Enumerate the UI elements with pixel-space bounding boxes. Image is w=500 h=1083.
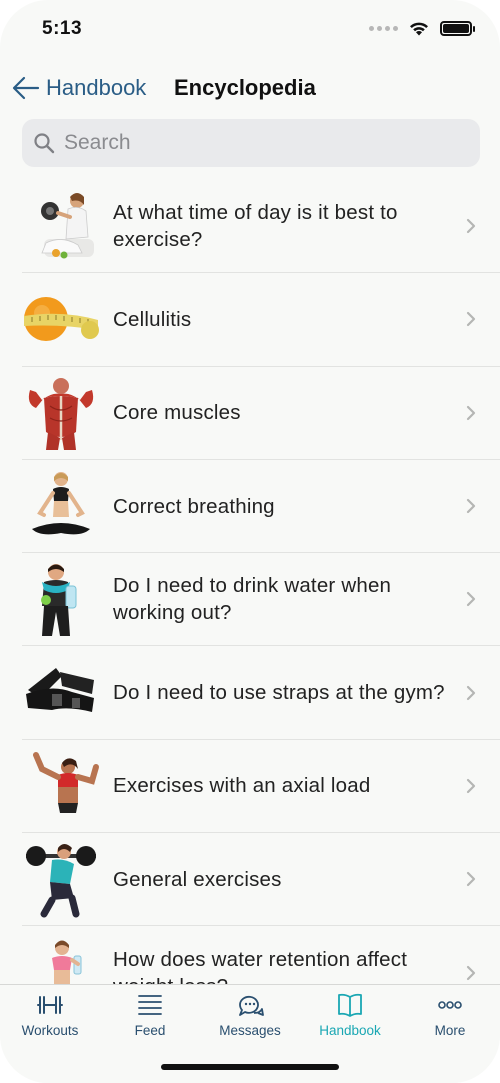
- list-item-label: Cellulitis: [113, 307, 192, 331]
- tab-more[interactable]: More: [400, 991, 500, 1043]
- tab-feed[interactable]: Feed: [100, 991, 200, 1043]
- woman-flexing-image: [33, 751, 99, 813]
- chevron-right-icon: [466, 872, 476, 887]
- chevron-right-icon: [466, 965, 476, 980]
- chevron-right-icon: [466, 592, 476, 607]
- tab-label: Messages: [219, 1023, 281, 1038]
- list-item[interactable]: Cellulitis: [22, 273, 500, 367]
- list-item-label: How does water retention affect weight l…: [113, 947, 408, 984]
- list-item-label: Core muscles: [113, 401, 241, 425]
- status-icons: [369, 20, 475, 36]
- list-item-label: Exercises with an axial load: [113, 774, 371, 798]
- list-item[interactable]: How does water retention affect weight l…: [22, 926, 500, 984]
- page-title: Encyclopedia: [174, 75, 316, 100]
- tab-handbook[interactable]: Handbook: [300, 991, 400, 1043]
- tab-label: More: [434, 1023, 466, 1038]
- chat-bubbles-icon: [239, 995, 264, 1016]
- feed-lines-icon: [138, 995, 162, 1015]
- status-bar: 5:13: [0, 0, 500, 60]
- woman-with-dumbbell-image: [41, 193, 94, 259]
- tab-label: Feed: [134, 1023, 166, 1038]
- chevron-right-icon: [466, 778, 476, 794]
- open-book-icon: [338, 993, 362, 1017]
- tab-workouts[interactable]: Workouts: [0, 991, 100, 1043]
- navigation-bar: Handbook Encyclopedia: [0, 66, 500, 110]
- list-item[interactable]: At what time of day is it best to exerci…: [22, 180, 500, 274]
- list-item-label: Do I need to drink water when working ou…: [113, 574, 392, 625]
- list-item[interactable]: Core muscles: [22, 367, 500, 460]
- more-dots-icon: [438, 1001, 462, 1009]
- cellular-signal-icon: [369, 25, 398, 31]
- dumbbell-icon: [37, 996, 63, 1014]
- chevron-right-icon: [466, 498, 476, 514]
- tab-label: Handbook: [319, 1023, 381, 1038]
- back-button[interactable]: Handbook: [10, 72, 146, 104]
- back-muscles-anatomy-image: [28, 377, 94, 450]
- arrow-left-icon: [12, 76, 40, 100]
- list-item[interactable]: General exercises: [22, 833, 500, 927]
- list-item[interactable]: Exercises with an axial load: [22, 740, 500, 834]
- list-item-label: General exercises: [113, 867, 282, 891]
- tab-label: Workouts: [21, 1023, 79, 1038]
- chevron-right-icon: [466, 685, 476, 700]
- tab-messages[interactable]: Messages: [200, 991, 300, 1043]
- search-input[interactable]: [64, 131, 444, 155]
- woman-with-water-bottle-image: [52, 940, 82, 984]
- chevron-right-icon: [466, 312, 476, 327]
- battery-icon: [440, 20, 475, 36]
- status-time: 5:13: [42, 18, 83, 39]
- list-item-label: At what time of day is it best to exerci…: [113, 201, 398, 252]
- lifting-straps-image: [26, 667, 94, 712]
- chevron-right-icon: [466, 219, 476, 234]
- list-item-label: Correct breathing: [113, 494, 275, 518]
- list-item[interactable]: Do I need to drink water when working ou…: [22, 553, 500, 647]
- list-item[interactable]: Do I need to use straps at the gym?: [22, 646, 500, 740]
- back-button-label: Handbook: [46, 75, 147, 100]
- encyclopedia-list: At what time of day is it best to exerci…: [0, 180, 500, 984]
- woman-drinking-water-image: [41, 564, 77, 637]
- woman-meditating-image: [32, 472, 90, 535]
- woman-squatting-barbell-image: [26, 844, 96, 918]
- home-indicator: [161, 1064, 339, 1070]
- wifi-icon: [410, 22, 428, 36]
- search-bar[interactable]: [22, 119, 480, 167]
- list-item[interactable]: Correct breathing: [22, 460, 500, 554]
- list-item-label: Do I need to use straps at the gym?: [113, 681, 445, 705]
- chevron-right-icon: [466, 405, 476, 420]
- phone-screen: 5:13 Handbook Encyclopedia Search At wha…: [0, 0, 500, 1083]
- search-icon: [34, 133, 55, 154]
- orange-with-measuring-tape-image: [24, 297, 99, 342]
